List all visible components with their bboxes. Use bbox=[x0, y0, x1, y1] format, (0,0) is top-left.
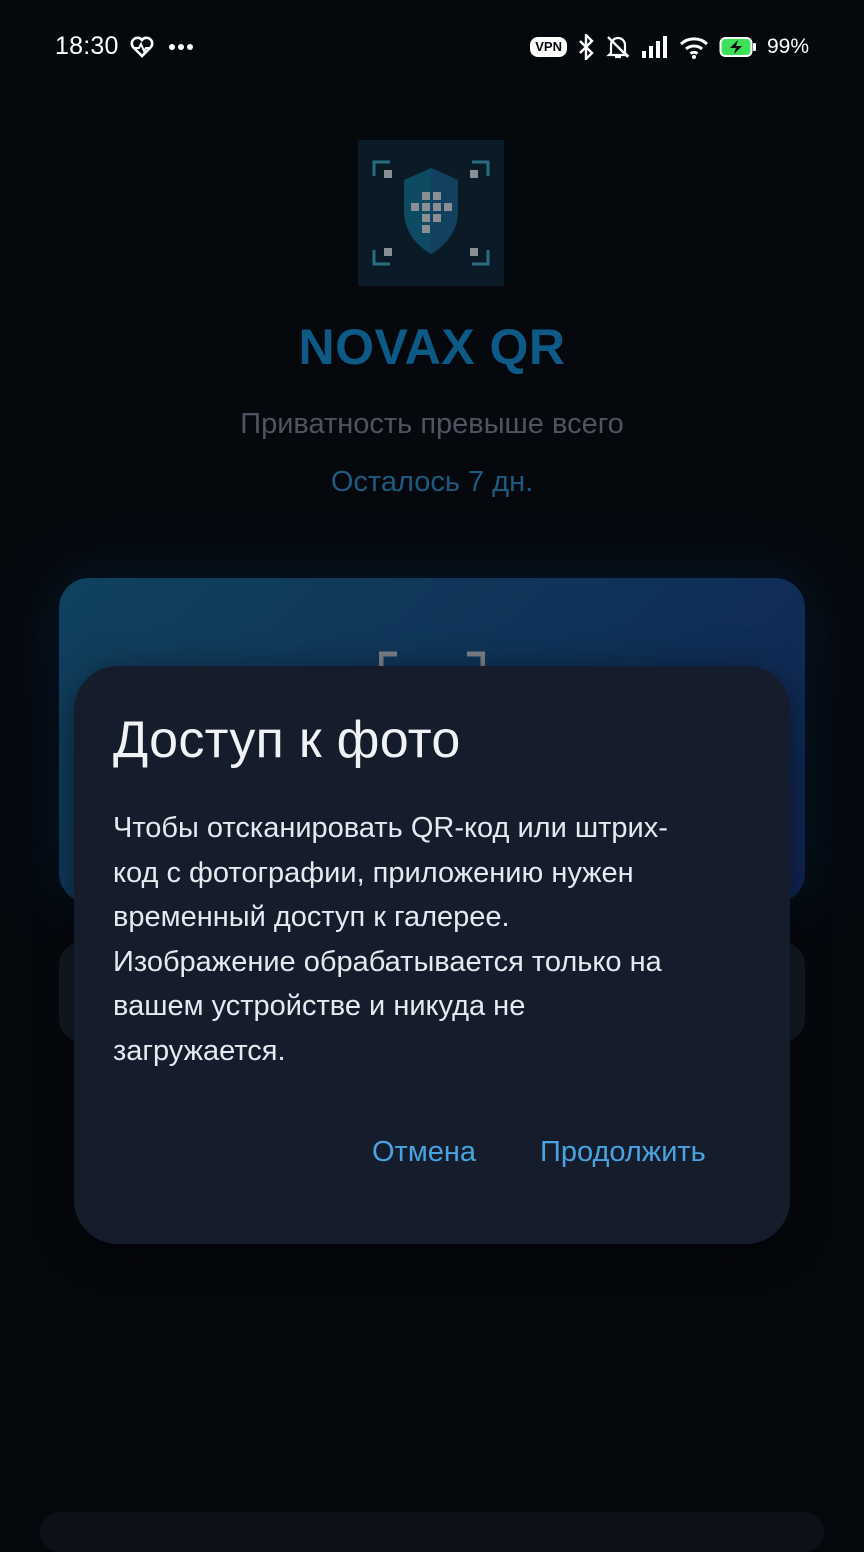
battery-percent: 99% bbox=[766, 35, 809, 58]
battery-charging-icon bbox=[719, 37, 756, 57]
dialog-message-line: Чтобы отсканировать QR-код или штрих- bbox=[113, 812, 668, 844]
trial-remaining: Осталось 7 дн. bbox=[330, 466, 534, 498]
more-dots-icon bbox=[169, 44, 193, 50]
app-title: NOVAX QR bbox=[298, 319, 566, 375]
cancel-button[interactable]: Отмена bbox=[372, 1136, 476, 1169]
heart-rate-icon bbox=[130, 36, 154, 58]
signal-icon bbox=[641, 36, 667, 58]
app-logo bbox=[358, 140, 504, 286]
continue-button[interactable]: Продолжить bbox=[540, 1136, 706, 1169]
dialog-message-line: загружается. bbox=[113, 1034, 286, 1067]
status-time: 18:30 bbox=[55, 32, 119, 60]
dialog-message: Чтобы отсканировать QR-код или штрих- ко… bbox=[113, 806, 743, 1073]
wifi-icon bbox=[679, 37, 708, 59]
status-right-icons: VPN 99% bbox=[530, 32, 809, 62]
app-tagline: Приватность превыше всего bbox=[240, 408, 624, 440]
dialog-message-line: временный доступ к галерее. bbox=[113, 901, 510, 933]
dialog-title: Доступ к фото bbox=[113, 711, 461, 769]
mute-icon bbox=[606, 36, 630, 59]
dialog-message-line: код с фотографии, приложению нужен bbox=[113, 856, 634, 889]
status-bar: 18:30 VPN 99% bbox=[0, 0, 864, 96]
bluetooth-icon bbox=[579, 34, 594, 60]
dialog-message-line: вашем устройстве и никуда не bbox=[113, 990, 526, 1022]
photo-access-dialog: Доступ к фото Чтобы отсканировать QR-код… bbox=[74, 666, 790, 1244]
dialog-message-line: Изображение обрабатывается только на bbox=[113, 945, 662, 978]
shield-qr-scan-icon bbox=[372, 160, 490, 266]
bottom-navigation bbox=[40, 1512, 824, 1552]
vpn-badge: VPN bbox=[530, 37, 567, 57]
status-left-icons bbox=[130, 32, 194, 62]
